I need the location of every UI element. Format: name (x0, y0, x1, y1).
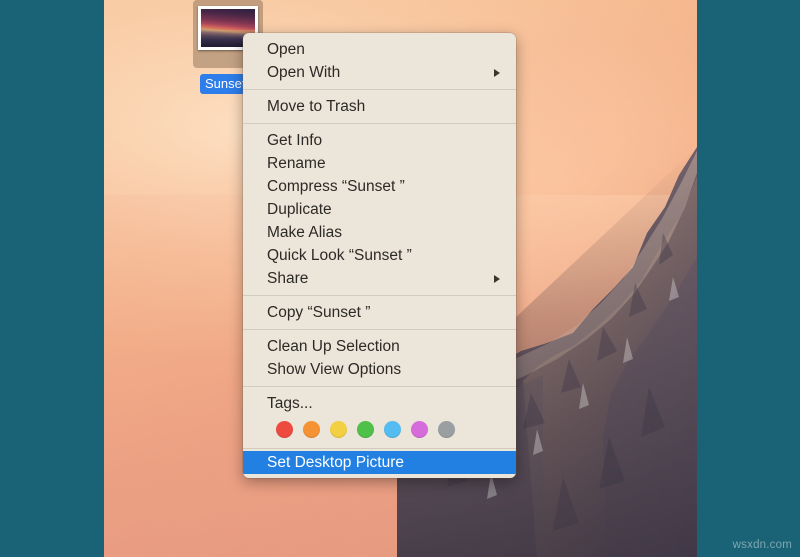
menu-item-label: Open (267, 41, 305, 58)
menu-item-open[interactable]: Open (243, 38, 516, 61)
tag-color-yellow[interactable] (330, 421, 347, 438)
menu-item-label: Copy “Sunset ” (267, 304, 371, 321)
menu-item-compress[interactable]: Compress “Sunset ” (243, 175, 516, 198)
tag-color-red[interactable] (276, 421, 293, 438)
menu-group-file-actions: Get Info Rename Compress “Sunset ” Dupli… (243, 124, 516, 295)
menu-group-open: Open Open With (243, 33, 516, 89)
menu-item-label: Open With (267, 64, 341, 81)
tag-color-blue[interactable] (384, 421, 401, 438)
menu-group-copy: Copy “Sunset ” (243, 296, 516, 329)
menu-item-clean-up-selection[interactable]: Clean Up Selection (243, 335, 516, 358)
menu-item-label: Share (267, 270, 309, 287)
menu-item-label: Show View Options (267, 361, 402, 378)
tag-color-orange[interactable] (303, 421, 320, 438)
menu-item-label: Get Info (267, 132, 323, 149)
menu-item-copy[interactable]: Copy “Sunset ” (243, 301, 516, 324)
menu-group-trash: Move to Trash (243, 90, 516, 123)
menu-item-move-to-trash[interactable]: Move to Trash (243, 95, 516, 118)
menu-item-label: Rename (267, 155, 326, 172)
menu-item-get-info[interactable]: Get Info (243, 129, 516, 152)
menu-item-label: Set Desktop Picture (267, 454, 404, 471)
context-menu[interactable]: Open Open With Move to Trash Get Info Re… (243, 33, 516, 478)
menu-item-open-with[interactable]: Open With (243, 61, 516, 84)
menu-item-duplicate[interactable]: Duplicate (243, 198, 516, 221)
menu-item-label: Compress “Sunset ” (267, 178, 405, 195)
menu-item-set-desktop-picture[interactable]: Set Desktop Picture (243, 451, 516, 474)
menu-group-view: Clean Up Selection Show View Options (243, 330, 516, 386)
menu-item-label: Clean Up Selection (267, 338, 400, 355)
chevron-right-icon (494, 274, 500, 283)
tag-color-swatches (243, 415, 516, 446)
site-watermark: wsxdn.com (732, 539, 792, 551)
menu-item-label: Move to Trash (267, 98, 366, 115)
menu-item-tags[interactable]: Tags... (243, 392, 516, 415)
menu-item-label: Duplicate (267, 201, 332, 218)
menu-item-quick-look[interactable]: Quick Look “Sunset ” (243, 244, 516, 267)
menu-item-label: Quick Look “Sunset ” (267, 247, 412, 264)
menu-item-share[interactable]: Share (243, 267, 516, 290)
menu-item-rename[interactable]: Rename (243, 152, 516, 175)
tag-color-gray[interactable] (438, 421, 455, 438)
menu-group-desktop-picture: Set Desktop Picture (243, 449, 516, 474)
tag-color-green[interactable] (357, 421, 374, 438)
tag-color-purple[interactable] (411, 421, 428, 438)
menu-item-label: Tags... (267, 395, 313, 412)
menu-item-show-view-options[interactable]: Show View Options (243, 358, 516, 381)
menu-group-tags: Tags... (243, 387, 516, 448)
chevron-right-icon (494, 68, 500, 77)
desktop-screen: Sunset Open Open With Move to Trash Get … (0, 0, 800, 557)
menu-item-label: Make Alias (267, 224, 342, 241)
menu-item-make-alias[interactable]: Make Alias (243, 221, 516, 244)
